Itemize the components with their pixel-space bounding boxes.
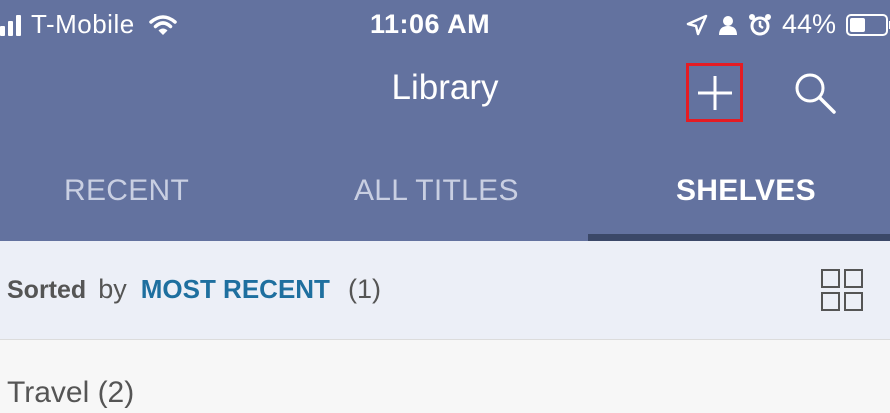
- by-label: by: [98, 274, 127, 304]
- grid-view-icon[interactable]: [820, 268, 864, 312]
- battery-percent: 44%: [781, 9, 836, 39]
- battery-level: [850, 17, 865, 32]
- plus-icon: [697, 75, 732, 110]
- add-button[interactable]: [686, 63, 743, 122]
- active-tab-indicator: [588, 234, 890, 241]
- status-bar: T-Mobile 11:06 AM 44%: [0, 0, 890, 52]
- alarm-icon: [748, 13, 771, 35]
- tab-all-titles[interactable]: ALL TITLES: [354, 174, 519, 208]
- tab-bar: RECENT ALL TITLES SHELVES: [0, 160, 890, 241]
- shelf-item[interactable]: Travel (2): [0, 340, 890, 413]
- signal-icon: [0, 14, 21, 36]
- person-icon: [718, 15, 737, 35]
- search-icon: [795, 73, 836, 114]
- carrier-name: T-Mobile: [31, 9, 135, 39]
- page-title: Library: [391, 68, 499, 107]
- sort-bar: Sorted by MOST RECENT (1): [0, 241, 890, 339]
- app-header: T-Mobile 11:06 AM 44% Library RECENT ALL…: [0, 0, 890, 241]
- tab-recent[interactable]: RECENT: [64, 174, 189, 208]
- shelf-item-label: Travel (2): [7, 376, 135, 409]
- tab-shelves[interactable]: SHELVES: [676, 174, 816, 208]
- status-time: 11:06 AM: [370, 9, 491, 39]
- sort-mode-button[interactable]: MOST RECENT: [141, 274, 330, 305]
- location-icon: [686, 14, 708, 35]
- battery-icon: [846, 13, 890, 36]
- sorted-label: Sorted: [7, 276, 87, 304]
- search-button[interactable]: [790, 68, 840, 118]
- wifi-icon: [148, 14, 177, 35]
- shelf-count: (1): [347, 274, 381, 304]
